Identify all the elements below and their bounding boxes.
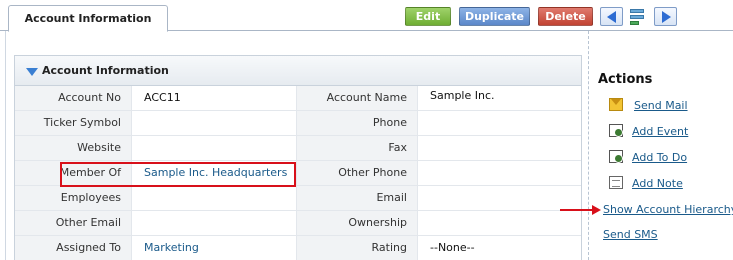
rating-value: --None-- (417, 236, 581, 260)
edit-button[interactable]: Edit (405, 7, 451, 26)
tab-account-information[interactable]: Account Information (8, 5, 168, 32)
send-sms-link[interactable]: Send SMS (603, 228, 658, 241)
field-label: Fax (297, 136, 417, 160)
account-detail-view: Account Information Edit Duplicate Delet… (0, 0, 733, 260)
member-of-highlight-box (60, 162, 296, 187)
field-label: Website (15, 136, 131, 160)
add-event-link[interactable]: Add Event (632, 125, 688, 138)
field-label: Phone (297, 111, 417, 135)
panel-header[interactable]: Account Information (15, 56, 581, 86)
field-row: Ticker Symbol Phone (15, 111, 581, 136)
field-label: Ticker Symbol (15, 111, 131, 135)
field-value (131, 111, 297, 135)
field-label: Email (297, 186, 417, 210)
add-note-link[interactable]: Add Note (632, 177, 683, 190)
assigned-to-link[interactable]: Marketing (131, 236, 297, 260)
duplicate-button[interactable]: Duplicate (459, 7, 530, 26)
panel-title: Account Information (42, 64, 169, 77)
field-row: Account No ACC11 Account Name Sample Inc… (15, 86, 581, 111)
field-row: Other Email Ownership (15, 211, 581, 236)
field-value: ACC11 (131, 86, 297, 110)
field-label: Ownership (297, 211, 417, 235)
field-row: Employees Email (15, 186, 581, 211)
field-label: Assigned To (15, 236, 131, 260)
red-arrow-icon (560, 209, 594, 211)
field-label: Other Phone (297, 161, 417, 185)
field-value (131, 211, 297, 235)
tab-bar: Account Information (0, 0, 733, 32)
field-value (131, 136, 297, 160)
sidebar-divider (588, 31, 589, 260)
field-row: Website Fax (15, 136, 581, 161)
delete-button[interactable]: Delete (538, 7, 593, 26)
collapse-triangle-icon[interactable] (26, 68, 38, 76)
note-icon (609, 176, 623, 189)
todo-icon (609, 150, 623, 163)
field-label: Account No (15, 86, 131, 110)
send-mail-link[interactable]: Send Mail (634, 99, 688, 112)
field-label: Rating (297, 236, 417, 260)
add-todo-link[interactable]: Add To Do (632, 151, 687, 164)
field-value (417, 111, 581, 135)
next-record-icon[interactable] (654, 7, 677, 26)
account-information-panel: Account Information Account No ACC11 Acc… (14, 55, 582, 260)
field-row: Assigned To Marketing Rating --None-- (15, 236, 581, 260)
field-value (417, 136, 581, 160)
list-view-icon[interactable] (628, 7, 648, 26)
field-value: Sample Inc. (417, 86, 581, 110)
field-label: Employees (15, 186, 131, 210)
event-icon (609, 124, 623, 137)
actions-title: Actions (598, 72, 653, 87)
mail-icon (609, 98, 623, 111)
field-value (417, 211, 581, 235)
field-value (417, 186, 581, 210)
field-value (417, 161, 581, 185)
field-label: Account Name (297, 86, 417, 110)
field-value (131, 186, 297, 210)
previous-record-icon[interactable] (600, 7, 623, 26)
show-account-hierarchy-link[interactable]: Show Account Hierarchy (603, 203, 733, 216)
field-label: Other Email (15, 211, 131, 235)
content-border (5, 31, 6, 260)
red-arrow-head-icon (592, 205, 601, 215)
